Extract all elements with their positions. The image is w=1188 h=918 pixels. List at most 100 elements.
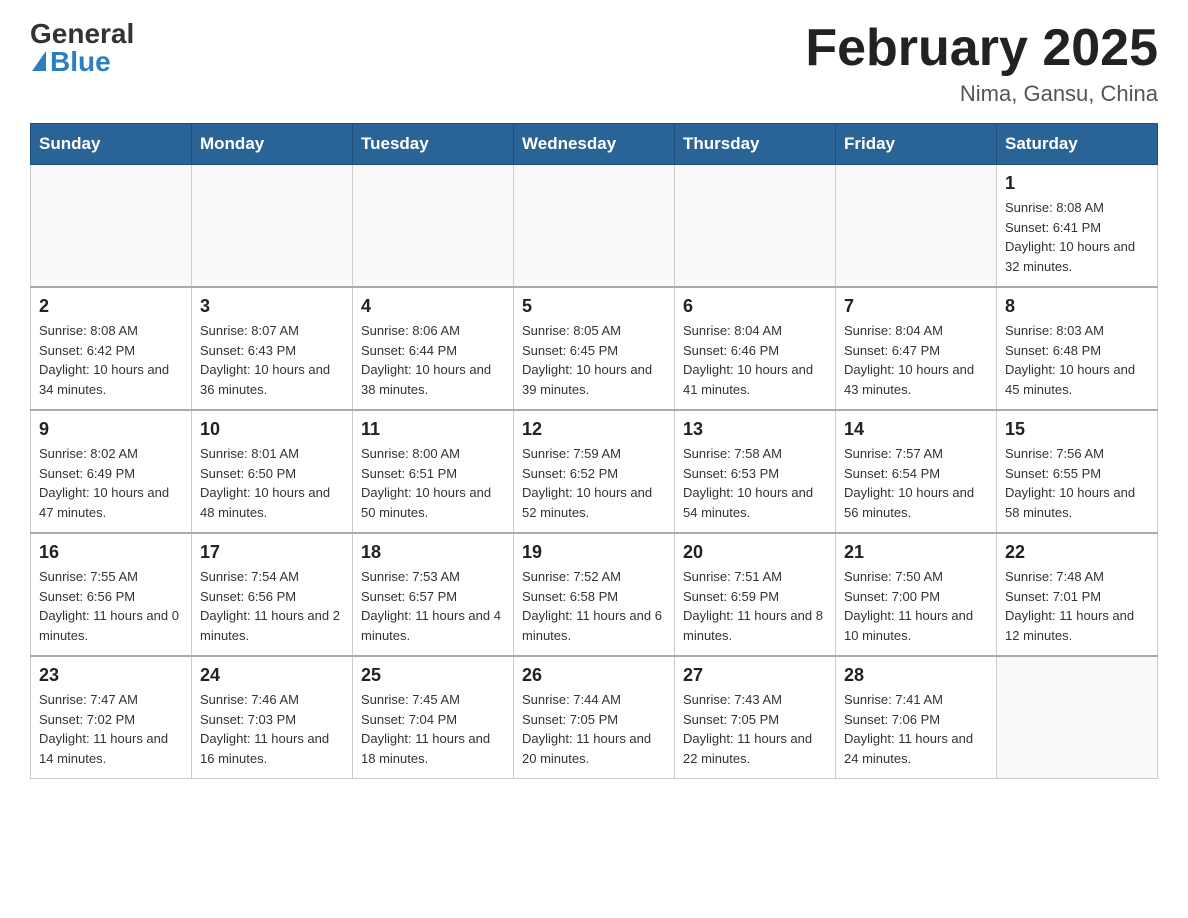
day-number: 11 xyxy=(361,419,505,440)
day-number: 21 xyxy=(844,542,988,563)
logo: General Blue xyxy=(30,20,134,76)
day-number: 26 xyxy=(522,665,666,686)
weekday-header-saturday: Saturday xyxy=(997,124,1158,165)
day-number: 4 xyxy=(361,296,505,317)
logo-triangle-icon xyxy=(32,51,46,71)
calendar-week-row: 23 Sunrise: 7:47 AMSunset: 7:02 PMDayligh… xyxy=(31,656,1158,779)
day-info: Sunrise: 7:50 AMSunset: 7:00 PMDaylight:… xyxy=(844,567,988,645)
day-info: Sunrise: 7:48 AMSunset: 7:01 PMDaylight:… xyxy=(1005,567,1149,645)
day-number: 12 xyxy=(522,419,666,440)
day-number: 6 xyxy=(683,296,827,317)
calendar-cell xyxy=(675,165,836,288)
day-info: Sunrise: 7:56 AMSunset: 6:55 PMDaylight:… xyxy=(1005,444,1149,522)
day-info: Sunrise: 7:57 AMSunset: 6:54 PMDaylight:… xyxy=(844,444,988,522)
calendar-cell: 28 Sunrise: 7:41 AMSunset: 7:06 PMDayligh… xyxy=(836,656,997,779)
day-number: 22 xyxy=(1005,542,1149,563)
calendar-cell: 24Sunrise: 7:46 AMSunset: 7:03 PMDayligh… xyxy=(192,656,353,779)
day-number: 16 xyxy=(39,542,183,563)
logo-general-text: General xyxy=(30,20,134,48)
day-info: Sunrise: 8:08 AMSunset: 6:41 PMDaylight:… xyxy=(1005,198,1149,276)
day-info: Sunrise: 7:54 AMSunset: 6:56 PMDaylight:… xyxy=(200,567,344,645)
day-info: Sunrise: 8:05 AMSunset: 6:45 PMDaylight:… xyxy=(522,321,666,399)
calendar-cell: 2 Sunrise: 8:08 AMSunset: 6:42 PMDaylight… xyxy=(31,287,192,410)
weekday-header-row: SundayMondayTuesdayWednesdayThursdayFrid… xyxy=(31,124,1158,165)
logo-blue-text: Blue xyxy=(50,48,111,76)
day-info: Sunrise: 7:52 AMSunset: 6:58 PMDaylight:… xyxy=(522,567,666,645)
header-area: General Blue February 2025 Nima, Gansu, … xyxy=(30,20,1158,107)
day-number: 27 xyxy=(683,665,827,686)
calendar-week-row: 1 Sunrise: 8:08 AMSunset: 6:41 PMDaylight… xyxy=(31,165,1158,288)
day-info: Sunrise: 8:08 AMSunset: 6:42 PMDaylight:… xyxy=(39,321,183,399)
calendar-cell: 11 Sunrise: 8:00 AMSunset: 6:51 PMDayligh… xyxy=(353,410,514,533)
calendar-cell: 18 Sunrise: 7:53 AMSunset: 6:57 PMDayligh… xyxy=(353,533,514,656)
calendar-cell: 3 Sunrise: 8:07 AMSunset: 6:43 PMDaylight… xyxy=(192,287,353,410)
calendar-cell: 15Sunrise: 7:56 AMSunset: 6:55 PMDayligh… xyxy=(997,410,1158,533)
day-info: Sunrise: 7:59 AMSunset: 6:52 PMDaylight:… xyxy=(522,444,666,522)
weekday-header-tuesday: Tuesday xyxy=(353,124,514,165)
calendar-cell xyxy=(836,165,997,288)
day-number: 1 xyxy=(1005,173,1149,194)
calendar-week-row: 9 Sunrise: 8:02 AMSunset: 6:49 PMDaylight… xyxy=(31,410,1158,533)
day-info: Sunrise: 7:41 AMSunset: 7:06 PMDaylight:… xyxy=(844,690,988,768)
calendar-cell: 10 Sunrise: 8:01 AMSunset: 6:50 PMDayligh… xyxy=(192,410,353,533)
calendar-cell xyxy=(514,165,675,288)
calendar-cell xyxy=(997,656,1158,779)
calendar-cell: 1 Sunrise: 8:08 AMSunset: 6:41 PMDaylight… xyxy=(997,165,1158,288)
location-title: Nima, Gansu, China xyxy=(805,81,1158,107)
day-number: 23 xyxy=(39,665,183,686)
day-number: 9 xyxy=(39,419,183,440)
weekday-header-wednesday: Wednesday xyxy=(514,124,675,165)
day-info: Sunrise: 8:04 AMSunset: 6:47 PMDaylight:… xyxy=(844,321,988,399)
day-info: Sunrise: 7:58 AMSunset: 6:53 PMDaylight:… xyxy=(683,444,827,522)
day-info: Sunrise: 8:00 AMSunset: 6:51 PMDaylight:… xyxy=(361,444,505,522)
day-info: Sunrise: 7:43 AMSunset: 7:05 PMDaylight:… xyxy=(683,690,827,768)
day-number: 14 xyxy=(844,419,988,440)
day-number: 18 xyxy=(361,542,505,563)
calendar-cell: 27 Sunrise: 7:43 AMSunset: 7:05 PMDayligh… xyxy=(675,656,836,779)
day-info: Sunrise: 7:53 AMSunset: 6:57 PMDaylight:… xyxy=(361,567,505,645)
calendar-cell xyxy=(192,165,353,288)
calendar-cell: 5 Sunrise: 8:05 AMSunset: 6:45 PMDaylight… xyxy=(514,287,675,410)
day-number: 3 xyxy=(200,296,344,317)
logo-blue-row: Blue xyxy=(30,48,111,76)
calendar-cell xyxy=(353,165,514,288)
weekday-header-sunday: Sunday xyxy=(31,124,192,165)
calendar-cell xyxy=(31,165,192,288)
calendar-cell: 9 Sunrise: 8:02 AMSunset: 6:49 PMDaylight… xyxy=(31,410,192,533)
calendar-cell: 12 Sunrise: 7:59 AMSunset: 6:52 PMDayligh… xyxy=(514,410,675,533)
day-number: 7 xyxy=(844,296,988,317)
day-info: Sunrise: 8:03 AMSunset: 6:48 PMDaylight:… xyxy=(1005,321,1149,399)
day-info: Sunrise: 8:04 AMSunset: 6:46 PMDaylight:… xyxy=(683,321,827,399)
calendar-cell: 7 Sunrise: 8:04 AMSunset: 6:47 PMDaylight… xyxy=(836,287,997,410)
day-number: 10 xyxy=(200,419,344,440)
calendar-table: SundayMondayTuesdayWednesdayThursdayFrid… xyxy=(30,123,1158,779)
calendar-week-row: 2 Sunrise: 8:08 AMSunset: 6:42 PMDaylight… xyxy=(31,287,1158,410)
calendar-cell: 26Sunrise: 7:44 AMSunset: 7:05 PMDayligh… xyxy=(514,656,675,779)
day-info: Sunrise: 8:01 AMSunset: 6:50 PMDaylight:… xyxy=(200,444,344,522)
day-info: Sunrise: 8:07 AMSunset: 6:43 PMDaylight:… xyxy=(200,321,344,399)
calendar-cell: 19 Sunrise: 7:52 AMSunset: 6:58 PMDayligh… xyxy=(514,533,675,656)
day-number: 25 xyxy=(361,665,505,686)
calendar-cell: 22 Sunrise: 7:48 AMSunset: 7:01 PMDayligh… xyxy=(997,533,1158,656)
weekday-header-thursday: Thursday xyxy=(675,124,836,165)
calendar-cell: 8 Sunrise: 8:03 AMSunset: 6:48 PMDaylight… xyxy=(997,287,1158,410)
calendar-cell: 16 Sunrise: 7:55 AMSunset: 6:56 PMDayligh… xyxy=(31,533,192,656)
weekday-header-monday: Monday xyxy=(192,124,353,165)
day-info: Sunrise: 7:45 AMSunset: 7:04 PMDaylight:… xyxy=(361,690,505,768)
day-number: 17 xyxy=(200,542,344,563)
day-number: 5 xyxy=(522,296,666,317)
day-info: Sunrise: 7:55 AMSunset: 6:56 PMDaylight:… xyxy=(39,567,183,645)
day-number: 20 xyxy=(683,542,827,563)
calendar-cell: 25 Sunrise: 7:45 AMSunset: 7:04 PMDayligh… xyxy=(353,656,514,779)
day-number: 13 xyxy=(683,419,827,440)
day-number: 24 xyxy=(200,665,344,686)
weekday-header-friday: Friday xyxy=(836,124,997,165)
day-info: Sunrise: 8:02 AMSunset: 6:49 PMDaylight:… xyxy=(39,444,183,522)
day-number: 19 xyxy=(522,542,666,563)
month-title: February 2025 xyxy=(805,20,1158,77)
day-number: 8 xyxy=(1005,296,1149,317)
day-number: 28 xyxy=(844,665,988,686)
day-number: 2 xyxy=(39,296,183,317)
day-info: Sunrise: 7:47 AMSunset: 7:02 PMDaylight:… xyxy=(39,690,183,768)
day-info: Sunrise: 8:06 AMSunset: 6:44 PMDaylight:… xyxy=(361,321,505,399)
